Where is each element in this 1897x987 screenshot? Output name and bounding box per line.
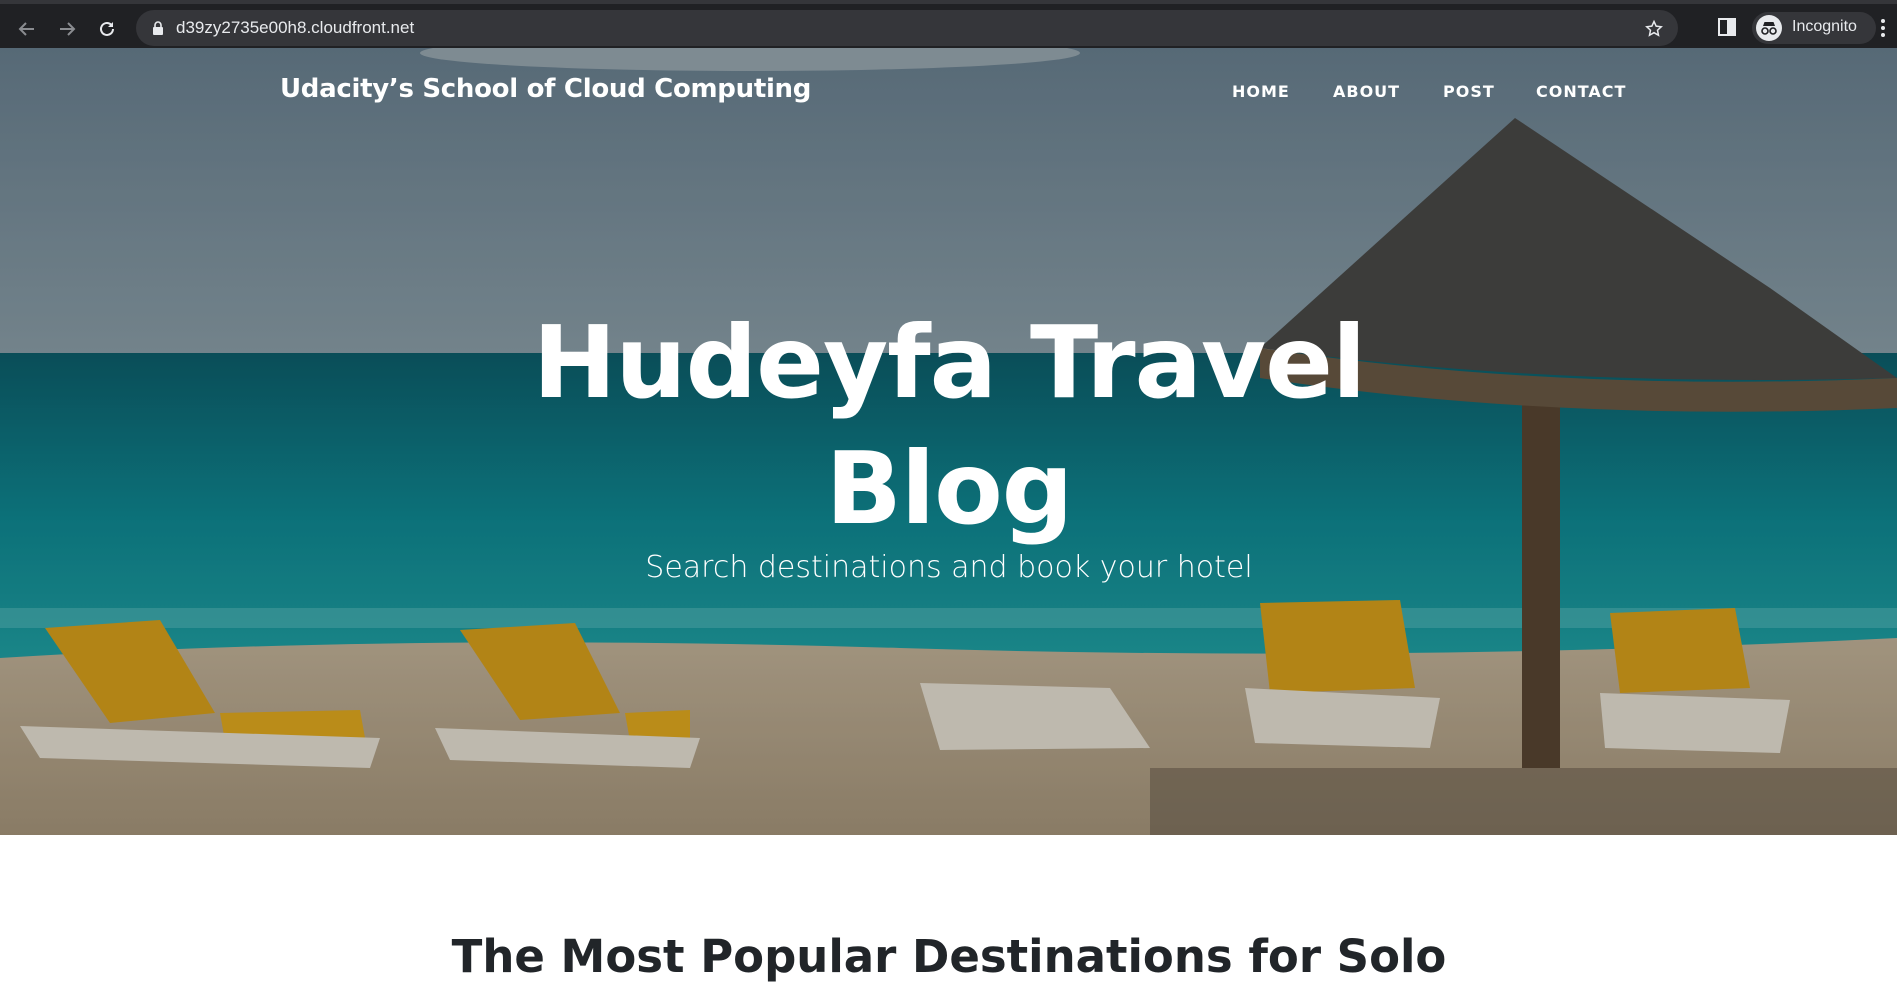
side-panel-icon[interactable] bbox=[1717, 17, 1737, 37]
hero-title: Hudeyfa Travel Blog bbox=[532, 304, 1367, 547]
forward-icon[interactable] bbox=[54, 16, 80, 42]
nav-about[interactable]: ABOUT bbox=[1333, 82, 1400, 101]
reload-icon[interactable] bbox=[94, 16, 120, 42]
hero-subtitle: Search destinations and book your hotel bbox=[645, 550, 1253, 585]
incognito-badge[interactable]: Incognito bbox=[1752, 12, 1876, 44]
incognito-label: Incognito bbox=[1792, 18, 1857, 35]
address-bar[interactable]: d39zy2735e00h8.cloudfront.net bbox=[136, 10, 1678, 46]
star-icon[interactable] bbox=[1644, 19, 1664, 39]
back-icon[interactable] bbox=[14, 16, 40, 42]
lock-icon bbox=[153, 21, 163, 35]
browser-toolbar: d39zy2735e00h8.cloudfront.net Incognito bbox=[0, 0, 1897, 48]
site-brand[interactable]: Udacity’s School of Cloud Computing bbox=[280, 74, 811, 104]
nav-home[interactable]: HOME bbox=[1232, 82, 1290, 101]
nav-contact[interactable]: CONTACT bbox=[1536, 82, 1626, 101]
hero-section: Udacity’s School of Cloud Computing HOME… bbox=[0, 48, 1897, 835]
url-text[interactable]: d39zy2735e00h8.cloudfront.net bbox=[176, 18, 414, 38]
incognito-icon bbox=[1756, 15, 1782, 41]
nav-post[interactable]: POST bbox=[1443, 82, 1495, 101]
section-heading: The Most Popular Destinations for Solo bbox=[451, 930, 1447, 983]
more-icon[interactable] bbox=[1880, 18, 1886, 38]
